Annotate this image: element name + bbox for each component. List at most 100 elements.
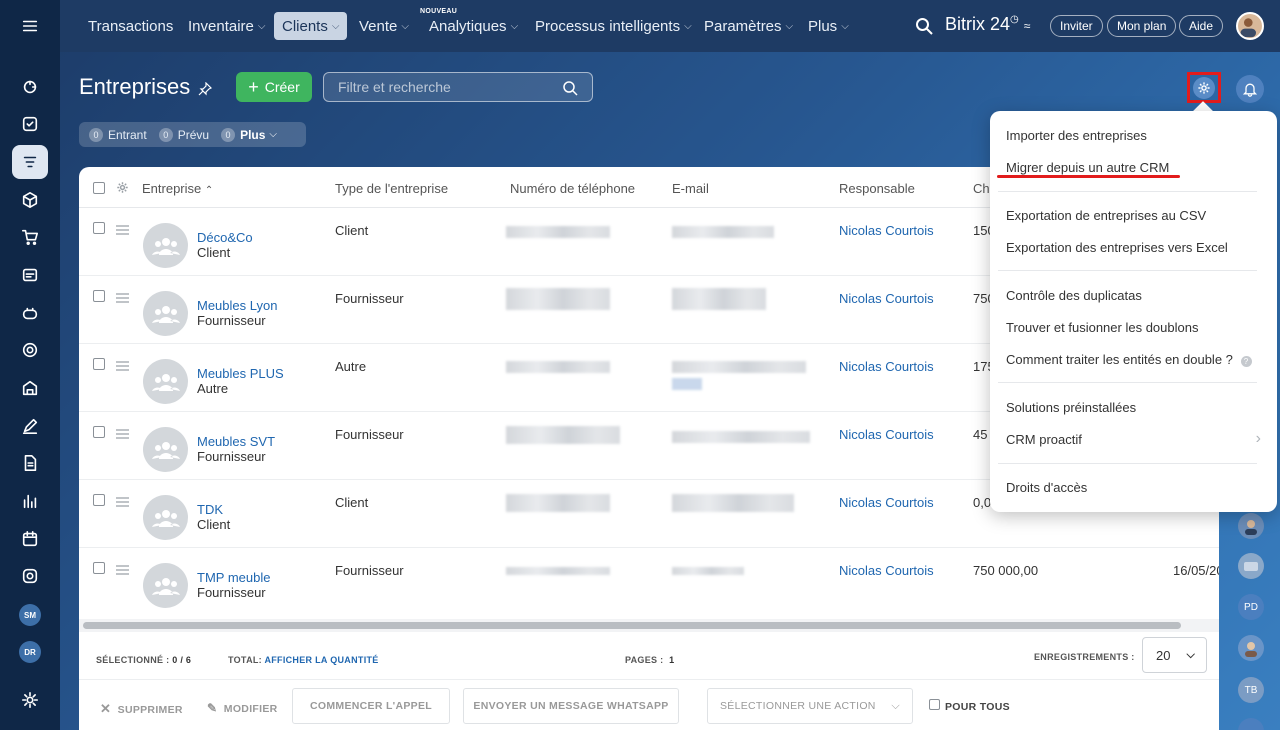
company-name-link[interactable]: Meubles SVT bbox=[197, 434, 275, 449]
header-email[interactable]: E-mail bbox=[672, 181, 709, 196]
drag-handle-icon[interactable] bbox=[116, 225, 129, 235]
menu-item-access-rights[interactable]: Droits d'accès bbox=[1006, 480, 1087, 495]
analytics-icon[interactable] bbox=[12, 484, 48, 518]
right-avatar-photo-2[interactable] bbox=[1238, 635, 1264, 661]
right-avatar-tb[interactable]: TB bbox=[1238, 677, 1264, 703]
calendar-icon[interactable] bbox=[12, 522, 48, 556]
inventory-box-icon[interactable] bbox=[12, 183, 48, 217]
responsible-link[interactable]: Nicolas Courtois bbox=[839, 563, 934, 578]
header-ch[interactable]: Ch bbox=[973, 181, 990, 196]
for-all-checkbox[interactable] bbox=[929, 699, 940, 710]
company-name-link[interactable]: TMP meuble bbox=[197, 570, 270, 585]
sign-pen-icon[interactable] bbox=[12, 409, 48, 443]
drag-handle-icon[interactable] bbox=[116, 429, 129, 439]
counter-more[interactable]: 0 Plus ⌵ bbox=[221, 127, 277, 142]
nav-vente[interactable]: Vente ⌵ bbox=[351, 12, 417, 40]
nav-clients[interactable]: Clients ⌵ bbox=[274, 12, 348, 40]
brand-logo[interactable]: Bitrix 24◷ ≈ bbox=[945, 14, 1030, 35]
copilot-icon[interactable] bbox=[12, 296, 48, 330]
select-all-checkbox[interactable] bbox=[93, 182, 105, 194]
company-name-link[interactable]: Meubles PLUS bbox=[197, 366, 284, 381]
feed-icon[interactable] bbox=[12, 70, 48, 104]
row-checkbox[interactable] bbox=[93, 290, 105, 302]
help-button[interactable]: Aide bbox=[1179, 15, 1224, 37]
counter-planned[interactable]: 0 Prévu bbox=[158, 127, 209, 142]
menu-item-import[interactable]: Importer des entreprises bbox=[1006, 128, 1147, 143]
right-avatar-pd[interactable]: PD bbox=[1238, 594, 1264, 620]
create-button[interactable]: + Créer bbox=[236, 72, 312, 102]
drag-handle-icon[interactable] bbox=[116, 497, 129, 507]
drag-handle-icon[interactable] bbox=[116, 565, 129, 575]
filter-search-input[interactable] bbox=[338, 79, 548, 95]
nav-processus-intelligents[interactable]: Processus intelligents ⌵ bbox=[527, 12, 700, 40]
pages-value[interactable]: 1 bbox=[669, 655, 674, 665]
cart-icon[interactable] bbox=[12, 220, 48, 254]
menu-hamburger-icon[interactable] bbox=[12, 9, 48, 43]
nav-plus[interactable]: Plus ⌵ bbox=[800, 12, 857, 40]
settings-gear-icon[interactable] bbox=[12, 683, 48, 717]
help-question-icon[interactable]: ? bbox=[1240, 356, 1252, 367]
company-name-link[interactable]: Meubles Lyon bbox=[197, 298, 277, 313]
menu-item-proactive-crm[interactable]: CRM proactif › bbox=[1006, 430, 1261, 447]
my-plan-button[interactable]: Mon plan bbox=[1107, 15, 1177, 37]
drag-handle-icon[interactable] bbox=[116, 293, 129, 303]
target-icon[interactable] bbox=[12, 333, 48, 367]
invite-button[interactable]: Inviter bbox=[1050, 15, 1103, 37]
header-type[interactable]: Type de l'entreprise bbox=[335, 181, 448, 196]
nav-parametres[interactable]: Paramètres ⌵ bbox=[696, 12, 801, 40]
responsible-link[interactable]: Nicolas Courtois bbox=[839, 495, 934, 510]
crm-icon[interactable] bbox=[12, 145, 48, 179]
sidebar-badge-dr[interactable]: DR bbox=[19, 641, 41, 663]
row-checkbox[interactable] bbox=[93, 494, 105, 506]
contact-center-icon[interactable] bbox=[12, 258, 48, 292]
horizontal-scrollbar-thumb[interactable] bbox=[83, 622, 1181, 629]
company-name-link[interactable]: TDK bbox=[197, 502, 223, 517]
sites-icon[interactable] bbox=[12, 371, 48, 405]
row-checkbox[interactable] bbox=[93, 426, 105, 438]
filter-search-box[interactable] bbox=[323, 72, 593, 102]
responsible-link[interactable]: Nicolas Courtois bbox=[839, 359, 934, 374]
delete-button[interactable]: ✕ SUPPRIMER bbox=[100, 701, 183, 717]
row-checkbox[interactable] bbox=[93, 358, 105, 370]
settings-gear-button[interactable] bbox=[1187, 72, 1221, 103]
counter-incoming[interactable]: 0 Entrant bbox=[89, 127, 147, 142]
right-avatar-group[interactable] bbox=[1238, 553, 1264, 579]
drag-handle-icon[interactable] bbox=[116, 361, 129, 371]
menu-item-migrate[interactable]: Migrer depuis un autre CRM bbox=[1006, 160, 1169, 175]
documents-icon[interactable] bbox=[12, 446, 48, 480]
user-avatar[interactable] bbox=[1236, 12, 1264, 40]
table-row[interactable]: TMP meuble Fournisseur Fournisseur Nicol… bbox=[79, 548, 1219, 616]
menu-item-find-merge[interactable]: Trouver et fusionner les doublons bbox=[1006, 320, 1198, 335]
row-checkbox[interactable] bbox=[93, 222, 105, 234]
show-quantity-link[interactable]: AFFICHER LA QUANTITÉ bbox=[264, 655, 378, 665]
search-icon[interactable] bbox=[562, 80, 578, 96]
search-icon[interactable] bbox=[914, 16, 934, 36]
nav-inventaire[interactable]: Inventaire ⌵ bbox=[180, 12, 273, 40]
nav-transactions[interactable]: Transactions bbox=[80, 12, 181, 40]
row-checkbox[interactable] bbox=[93, 562, 105, 574]
edit-button[interactable]: ✎ MODIFIER bbox=[207, 701, 278, 715]
responsible-link[interactable]: Nicolas Courtois bbox=[839, 291, 934, 306]
pin-icon[interactable] bbox=[198, 82, 212, 96]
start-call-button[interactable]: COMMENCER L'APPEL bbox=[292, 688, 450, 724]
nav-analytiques[interactable]: Analytiques ⌵ bbox=[421, 12, 526, 40]
notifications-bell-button[interactable] bbox=[1236, 75, 1264, 103]
column-settings-gear-icon[interactable] bbox=[116, 181, 129, 194]
select-action-dropdown[interactable]: SÉLECTIONNER UNE ACTION ⌵ bbox=[707, 688, 913, 724]
header-responsable[interactable]: Responsable bbox=[839, 181, 915, 196]
responsible-link[interactable]: Nicolas Courtois bbox=[839, 223, 934, 238]
menu-item-export-csv[interactable]: Exportation de entreprises au CSV bbox=[1006, 208, 1206, 223]
marketplace-icon[interactable] bbox=[12, 559, 48, 593]
send-whatsapp-button[interactable]: ENVOYER UN MESSAGE WHATSAPP bbox=[463, 688, 679, 724]
menu-item-duplicates-control[interactable]: Contrôle des duplicatas bbox=[1006, 288, 1142, 303]
menu-item-export-excel[interactable]: Exportation des entreprises vers Excel bbox=[1006, 240, 1228, 255]
tasks-icon[interactable] bbox=[12, 107, 48, 141]
right-avatar-partial[interactable] bbox=[1238, 718, 1264, 730]
menu-item-preinstalled[interactable]: Solutions préinstallées bbox=[1006, 400, 1136, 415]
responsible-link[interactable]: Nicolas Courtois bbox=[839, 427, 934, 442]
header-entreprise[interactable]: Entreprise ⌃ bbox=[142, 181, 213, 196]
records-per-page-select[interactable]: 20 ⌵ bbox=[1142, 637, 1207, 673]
company-name-link[interactable]: Déco&Co bbox=[197, 230, 253, 245]
menu-item-duplicate-help[interactable]: Comment traiter les entités en double ? … bbox=[1006, 352, 1252, 367]
right-avatar-photo[interactable] bbox=[1238, 513, 1264, 539]
